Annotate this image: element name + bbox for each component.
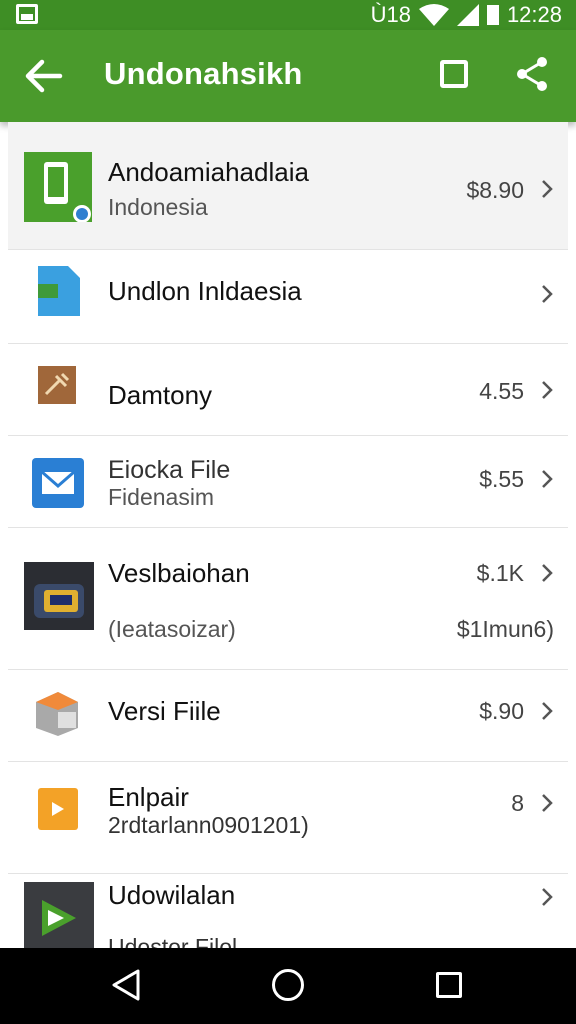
item-price: $8.90	[466, 177, 524, 203]
list-item[interactable]: Undlon Inldaesia	[8, 250, 568, 344]
signal-icon	[456, 4, 479, 26]
orange-file-icon	[38, 788, 78, 830]
phone-app-icon	[24, 152, 92, 222]
item-price-secondary: $1Imun6)	[456, 616, 554, 642]
list-item[interactable]: Versi Fiile $.90	[8, 670, 568, 762]
status-indicators: Ù18 12:28	[371, 2, 562, 28]
item-subtitle: Udostor Filol	[108, 934, 238, 948]
item-subtitle: (Ieatasoizar)	[108, 616, 236, 642]
item-title: Udowilalan	[108, 880, 236, 910]
chevron-right-icon	[542, 702, 553, 720]
list-item[interactable]: Eiocka File Fidenasim $.55	[8, 436, 568, 528]
item-title: Veslbaiohan	[108, 558, 250, 588]
item-subtitle: 2rdtarlann0901201)	[108, 812, 309, 838]
wifi-icon	[418, 4, 449, 26]
chevron-right-icon	[542, 888, 553, 906]
chevron-right-icon	[542, 470, 553, 488]
circle-home-icon[interactable]	[272, 969, 304, 1001]
share-icon[interactable]	[514, 56, 550, 92]
box-icon	[36, 692, 78, 736]
page-title: Undonahsikh	[104, 56, 303, 91]
chevron-right-icon	[542, 794, 553, 812]
mail-icon	[32, 458, 84, 508]
status-bar: Ù18 12:28	[0, 0, 576, 30]
battery-icon	[486, 5, 499, 25]
item-title: Eiocka File	[108, 456, 231, 484]
chevron-right-icon	[542, 381, 553, 399]
tool-icon	[38, 366, 76, 404]
play-icon	[24, 882, 94, 948]
item-title: Versi Fiile	[108, 696, 221, 726]
document-icon	[38, 266, 80, 316]
list-item[interactable]: Udowilalan Udostor Filol	[8, 874, 568, 948]
square-recent-icon[interactable]	[436, 972, 462, 998]
chevron-right-icon	[542, 285, 553, 303]
navigation-bar	[0, 948, 576, 1024]
item-title: Andoamiahadlaia	[108, 157, 309, 187]
square-icon[interactable]	[440, 60, 468, 88]
app-list: Andoamiahadlaia Indonesia $8.90 Undlon I…	[8, 122, 568, 948]
item-price: 4.55	[479, 378, 524, 404]
chevron-right-icon	[542, 180, 553, 198]
list-item[interactable]: Enlpair 2rdtarlann0901201) 8	[8, 762, 568, 874]
item-price: 8	[511, 790, 524, 816]
arrow-left-icon[interactable]	[24, 58, 64, 94]
triangle-back-icon[interactable]	[110, 968, 142, 1002]
list-item[interactable]: Damtony 4.55	[8, 344, 568, 436]
chevron-right-icon	[542, 564, 553, 582]
list-item[interactable]: Andoamiahadlaia Indonesia $8.90	[8, 122, 568, 250]
item-price: $.55	[479, 466, 524, 492]
list-item[interactable]: Veslbaiohan (Ieatasoizar) $.1K $1Imun6)	[8, 528, 568, 670]
item-title: Damtony	[108, 380, 213, 410]
item-subtitle: Fidenasim	[108, 484, 215, 510]
app-bar: Undonahsikh	[0, 30, 576, 122]
status-text: Ù18	[370, 2, 411, 27]
item-price: $.1K	[476, 560, 524, 586]
item-subtitle: Indonesia	[108, 194, 208, 220]
status-time: 12:28	[506, 2, 562, 27]
item-title: Enlpair	[108, 782, 189, 812]
device-photo-icon	[24, 562, 94, 630]
item-title: Undlon Inldaesia	[108, 276, 302, 306]
image-icon	[16, 4, 38, 24]
item-price: $.90	[479, 698, 524, 724]
